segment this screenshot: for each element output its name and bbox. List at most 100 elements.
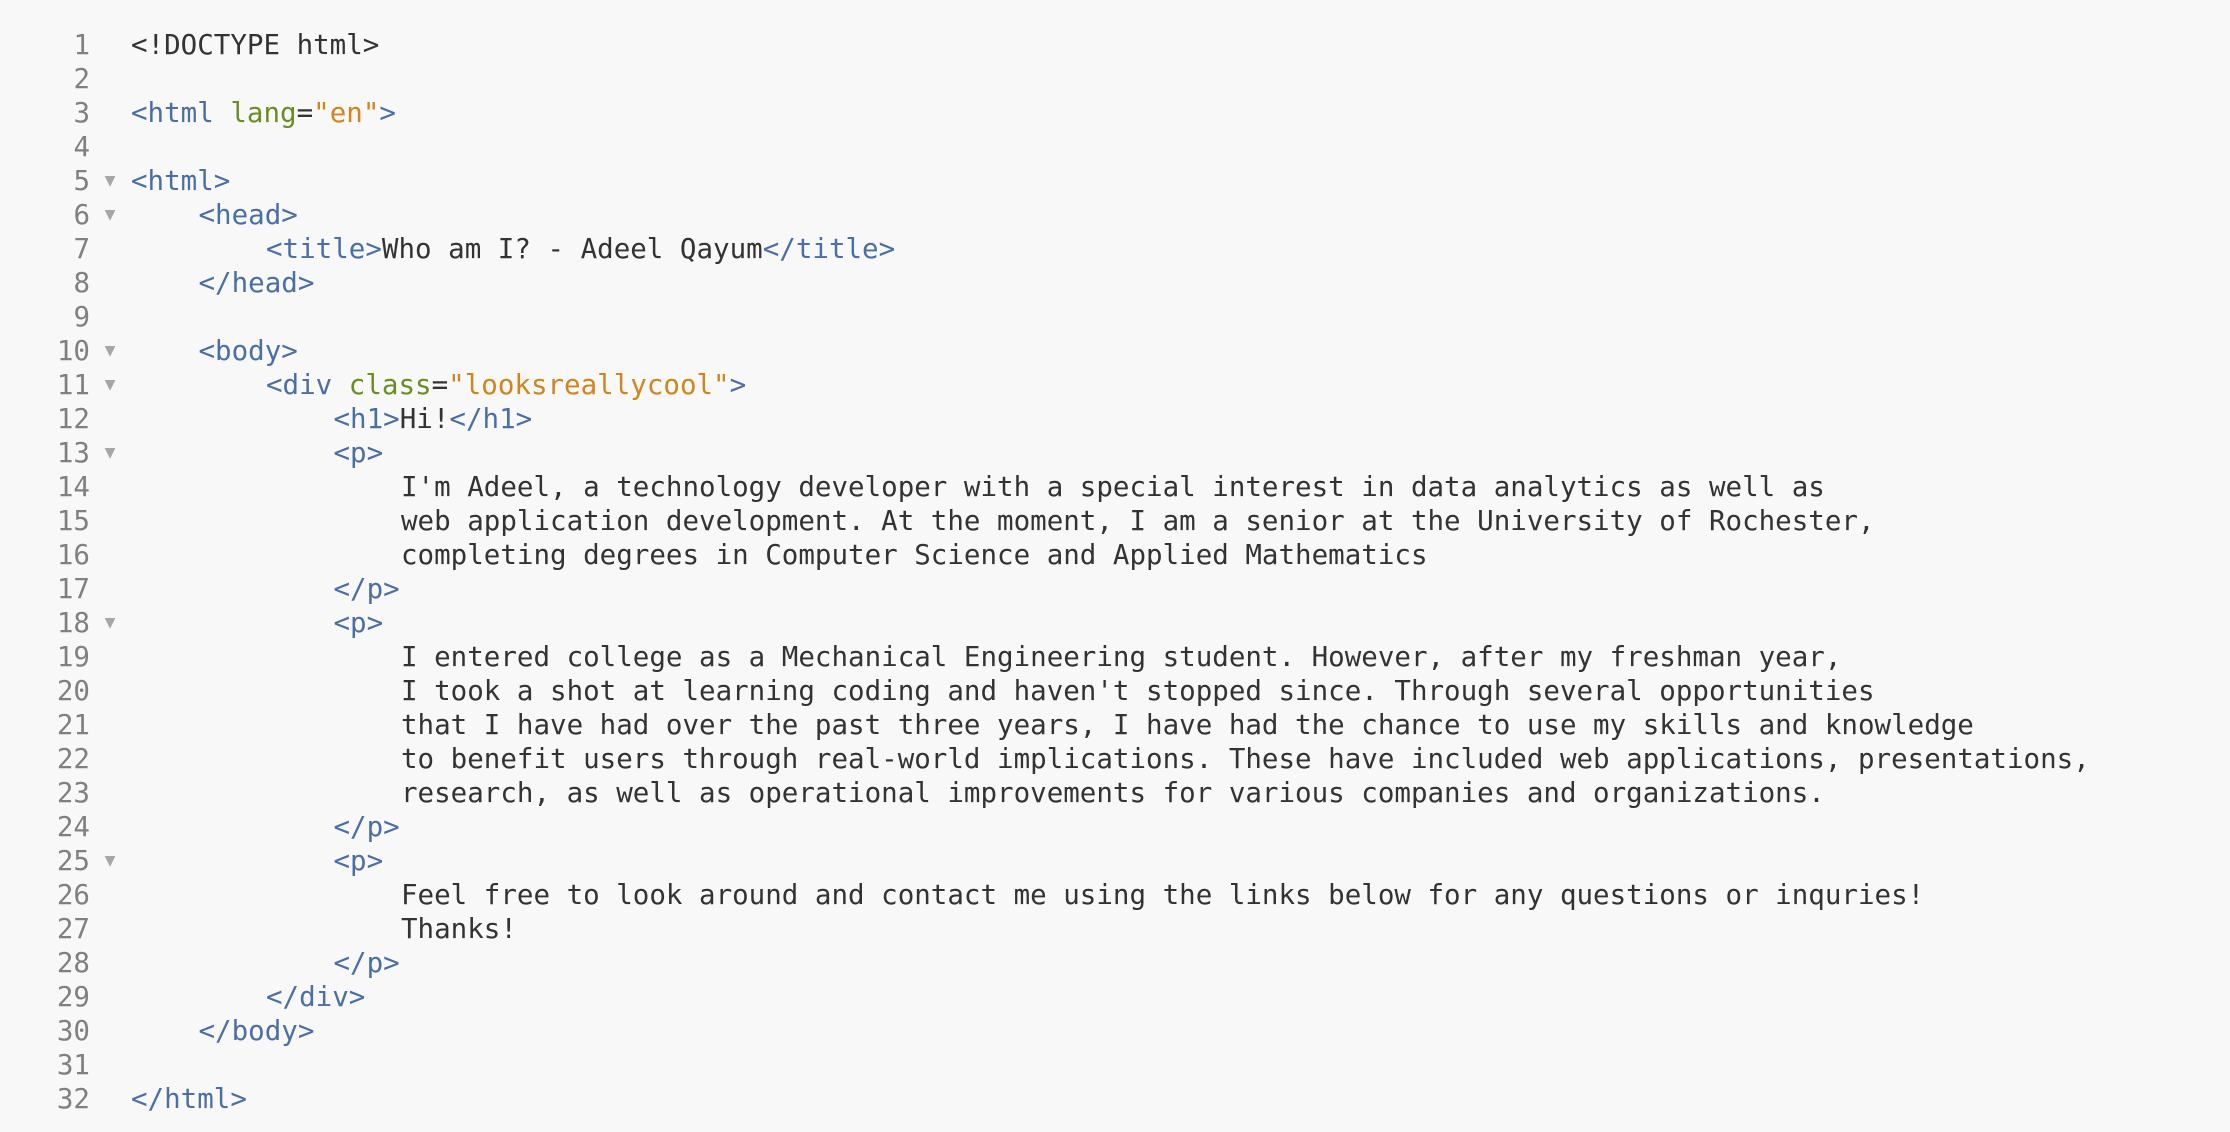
line-number: 6 [73,199,90,231]
code-text: <head> [199,198,298,232]
code-token-tag: > [379,97,396,129]
line-number: 21 [56,709,90,741]
code-token-txt: I'm Adeel, a technology developer with a… [401,471,1825,503]
line-number: 3 [73,97,90,129]
code-token-tag: <html> [131,165,231,197]
code-line[interactable]: 14 I'm Adeel, a technology developer with… [0,470,2230,504]
code-line[interactable]: 31 [0,1048,2230,1082]
fold-toggle-icon[interactable]: ▼ [99,334,121,368]
code-token-txt: to benefit users through real-world impl… [401,743,2090,775]
line-number: 24 [56,811,90,843]
line-number: 18 [56,607,90,639]
line-number: 7 [73,233,90,265]
code-text: </head> [199,266,315,300]
line-number: 16 [56,539,90,571]
code-line[interactable]: 5 ▼ <html> [0,164,2230,198]
code-text: </p> [334,810,400,844]
code-line[interactable]: 11 ▼ <div class="looksreallycool"> [0,368,2230,402]
code-token-tag: </title> [762,233,896,265]
code-text: <p> [334,844,384,878]
code-token-txt: Feel free to look around and contact me … [401,879,1925,911]
fold-toggle-icon[interactable]: ▼ [99,844,121,878]
code-line[interactable]: 1 <!DOCTYPE html> [0,28,2230,62]
code-line[interactable]: 22 to benefit users through real-world im… [0,742,2230,776]
line-number: 29 [56,981,90,1013]
code-line[interactable]: 8 </head> [0,266,2230,300]
code-line[interactable]: 13 ▼ <p> [0,436,2230,470]
code-token-tag: </p> [333,811,400,843]
code-line[interactable]: 12 <h1>Hi!</h1> [0,402,2230,436]
code-token-tag: <html [131,97,214,129]
code-text: web application development. At the mome… [401,504,1875,538]
code-line[interactable]: 32 </html> [0,1082,2230,1116]
code-editor[interactable]: 1 <!DOCTYPE html> 2 3 <html lang="en"> 4 5 ▼ <ht… [0,0,2230,1132]
code-token-txt: <!DOCTYPE html> [131,29,380,61]
code-line[interactable]: 25 ▼ <p> [0,844,2230,878]
code-line[interactable]: 2 [0,62,2230,96]
code-line[interactable]: 15 web application development. At the mo… [0,504,2230,538]
code-line[interactable]: 23 research, as well as operational impro… [0,776,2230,810]
code-line[interactable]: 18 ▼ <p> [0,606,2230,640]
code-line[interactable]: 9 [0,300,2230,334]
code-token-tag: <p> [333,845,384,877]
line-number: 15 [56,505,90,537]
line-number: 22 [56,743,90,775]
code-token-tag: <h1> [333,403,400,435]
code-token-tag: </p> [333,573,400,605]
code-line[interactable]: 6 ▼ <head> [0,198,2230,232]
code-line[interactable]: 20 I took a shot at learning coding and h… [0,674,2230,708]
line-number: 8 [73,267,90,299]
code-token-txt: web application development. At the mome… [401,505,1875,537]
code-text: I entered college as a Mechanical Engine… [401,640,1841,674]
code-text: </p> [334,946,400,980]
code-line[interactable]: 24 </p> [0,810,2230,844]
code-text: <html> [131,164,230,198]
code-line[interactable]: 4 [0,130,2230,164]
code-token-txt: I took a shot at learning coding and hav… [401,675,1875,707]
code-token-txt: Who am I? - Adeel Qayum [381,233,763,265]
code-token-tag: > [729,369,747,401]
code-line[interactable]: 7 <title>Who am I? - Adeel Qayum</title> [0,232,2230,266]
code-token-tag: </body> [198,1015,315,1047]
code-line[interactable]: 30 </body> [0,1014,2230,1048]
code-line[interactable]: 3 <html lang="en"> [0,96,2230,130]
fold-toggle-icon[interactable]: ▼ [99,606,121,640]
code-token-txt: completing degrees in Computer Science a… [401,539,1428,571]
line-number: 19 [56,641,90,673]
code-text: I'm Adeel, a technology developer with a… [401,470,1825,504]
line-number: 27 [56,913,90,945]
code-text: <div class="looksreallycool"> [266,368,746,402]
code-line[interactable]: 26 Feel free to look around and contact m… [0,878,2230,912]
code-line[interactable]: 17 </p> [0,572,2230,606]
code-text: <p> [334,606,384,640]
code-line[interactable]: 27 Thanks! [0,912,2230,946]
fold-toggle-icon[interactable]: ▼ [99,368,121,402]
code-line[interactable]: 19 I entered college as a Mechanical Engi… [0,640,2230,674]
code-line[interactable]: 21 that I have had over the past three ye… [0,708,2230,742]
line-number: 4 [73,131,90,163]
code-line[interactable]: 10 ▼ <body> [0,334,2230,368]
code-token-attr: class [348,369,432,401]
line-number: 23 [56,777,90,809]
code-line[interactable]: 29 </div> [0,980,2230,1014]
code-token-tag: </div> [266,981,366,1013]
line-number: 5 [73,165,90,197]
code-line[interactable]: 16 completing degrees in Computer Science… [0,538,2230,572]
code-line[interactable]: 28 </p> [0,946,2230,980]
fold-toggle-icon[interactable]: ▼ [99,198,121,232]
line-number: 9 [73,301,90,333]
code-token-tag: </head> [198,267,315,299]
code-text: <h1>Hi!</h1> [334,402,533,436]
fold-toggle-icon[interactable]: ▼ [99,436,121,470]
line-number: 20 [56,675,90,707]
line-number: 32 [56,1083,90,1115]
code-token-txt: = [431,369,449,401]
code-text: </div> [266,980,365,1014]
line-number: 10 [56,335,90,367]
fold-toggle-icon[interactable]: ▼ [99,164,121,198]
code-text: </html> [131,1082,247,1116]
code-text: <html lang="en"> [131,96,396,130]
code-token-txt: I entered college as a Mechanical Engine… [401,641,1842,673]
code-token-val: "en" [313,97,380,129]
line-number: 25 [56,845,90,877]
